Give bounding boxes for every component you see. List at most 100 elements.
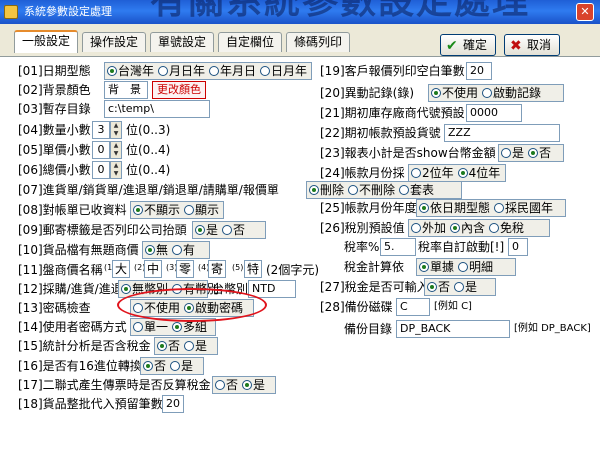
radio [133,322,143,332]
price-name-4[interactable]: 寄 [208,260,226,278]
tax-calc-opt-doc[interactable]: 單據 [417,259,456,275]
stats-tax-opt-yes[interactable]: 是 [182,338,209,354]
f09-label: [09]郵寄標籤是否列印公司抬頭 [18,223,187,237]
reverse-tax-opt-yes[interactable]: 是 [240,377,267,393]
opt-label: 是 [253,378,266,392]
price-decimals-spinner[interactable]: ▲ ▼ [110,141,122,159]
confirm-button[interactable]: ✔ 確定 [440,34,496,56]
show-ntd-opt-yes[interactable]: 是 [499,145,526,161]
opt-label: 是 [206,223,219,237]
radio-on [419,262,429,272]
tax-input-opt-no[interactable]: 否 [425,279,452,295]
opt-label: 否 [168,339,181,353]
price-name-3[interactable]: 零 [176,260,194,278]
change-log-opt-on[interactable]: 啟動記錄 [480,85,543,101]
dealer-price-opt-has[interactable]: 有 [170,242,197,258]
tax-rate-input[interactable]: 5. [380,238,416,256]
hex-opt-yes[interactable]: 是 [168,358,195,374]
vendor-code-input[interactable]: 0000 [466,104,522,122]
month-opt-4digit[interactable]: 4位年 [456,165,503,181]
blank-rows-input[interactable]: 20 [466,62,492,80]
radio-on [427,282,437,292]
default-item-input[interactable]: ZZZ [444,124,560,142]
opt-label: 否 [233,223,246,237]
date-opt-mdy[interactable]: 月日年 [156,63,207,79]
statement-opt-show[interactable]: 顯示 [182,202,221,218]
voucher-opt-keep[interactable]: 不刪除 [346,182,397,198]
opt-label: 否 [226,378,239,392]
year-opt-by-date[interactable]: 依日期型態 [417,200,492,216]
tax-input-group: 否是 [424,278,496,296]
radio-on [157,341,167,351]
radio [494,203,505,213]
tax-opt-free[interactable]: 免稅 [487,220,526,236]
date-opt-tw[interactable]: 台灣年 [105,63,156,79]
reverse-tax-opt-no[interactable]: 否 [213,377,240,393]
user-pw-opt-single[interactable]: 單一 [131,319,170,335]
radio [411,168,421,178]
f22-label: [22]期初帳款預設貨號 [320,126,441,140]
change-color-button[interactable]: 更改顏色 [152,81,206,99]
tax-calc-opt-detail[interactable]: 明細 [456,259,495,275]
month-year-format-group: 2位年 4位年 [408,164,506,182]
voucher-opt-template[interactable]: 套表 [397,182,436,198]
f02-label: [02]背景顏色 [18,83,91,97]
close-icon[interactable]: ✕ [576,3,594,21]
month-opt-2digit[interactable]: 2位年 [409,165,456,181]
change-log-opt-off[interactable]: 不使用 [429,85,480,101]
price-name-note: (2個字元) [266,263,319,277]
opt-label: 採民國年 [505,201,554,215]
backup-drive-input[interactable]: C [396,298,430,316]
tax-auto-label: 稅率自訂啟動[!] [418,240,505,254]
show-ntd-opt-no[interactable]: 否 [526,145,553,161]
tax-opt-incl[interactable]: 內含 [448,220,487,236]
date-opt-ymd[interactable]: 年月日 [207,63,258,79]
settings-window: 系統參數設定處理 有關系統參數設定處理 ✕ 一般設定 操作設定 單號設定 自定欄… [0,0,600,460]
statement-opt-hide[interactable]: 不顯示 [131,202,182,218]
opt-label: 單一 [144,320,169,334]
f20-label: [20]異動記錄(錄) [320,86,414,100]
statement-display-group: 不顯示 顯示 [130,201,224,219]
radio-on [528,148,539,158]
price-name-1[interactable]: 大 [112,260,130,278]
tax-input-opt-yes[interactable]: 是 [452,279,479,295]
voucher-opt-delete[interactable]: 刪除 [307,182,346,198]
opt-label: 內含 [461,221,486,235]
price-name-2[interactable]: 中 [144,260,162,278]
dealer-price-opt-none[interactable]: 無 [143,242,170,258]
label-header-opt-no[interactable]: 否 [220,222,247,238]
radio-on [133,205,143,215]
hex-opt-no[interactable]: 否 [141,358,168,374]
total-decimals-input[interactable]: 0 [92,161,110,179]
check-icon: ✔ [446,38,458,54]
backup-dir-input[interactable]: DP_BACK [396,320,510,338]
temp-dir-input[interactable]: c:\temp\ [104,100,210,118]
f05-label: [05]單價小數 [18,143,91,157]
date-opt-dmy[interactable]: 日月年 [258,63,309,79]
qty-decimals-input[interactable]: 3 [92,121,110,139]
opt-label: 年月日 [220,64,257,78]
opt-label: 2位年 [422,166,454,180]
label-header-opt-yes[interactable]: 是 [193,222,220,238]
price-decimals-input[interactable]: 0 [92,141,110,159]
radio [489,223,500,233]
f11-label: [11]盤商價名稱 [18,263,103,277]
cancel-button[interactable]: ✖ 取消 [504,34,560,56]
batch-reserve-input[interactable]: 20 [162,395,184,413]
f12-label: [12]採購/進貨/進退 [18,282,123,296]
stats-tax-opt-no[interactable]: 否 [155,338,182,354]
year-opt-roc[interactable]: 採民國年 [492,200,555,216]
tax-auto-input[interactable]: 0 [508,238,528,256]
tab-numbering[interactable]: 單號設定 [150,32,214,52]
tab-operation[interactable]: 操作設定 [82,32,146,52]
radio [158,66,169,76]
price-name-5[interactable]: 特 [244,260,262,278]
tax-opt-add[interactable]: 外加 [409,220,448,236]
tab-general[interactable]: 一般設定 [14,30,78,53]
radio [411,223,421,233]
tab-barcode[interactable]: 條碼列印 [286,32,350,52]
qty-decimals-spinner[interactable]: ▲ ▼ [110,121,122,139]
reverse-tax-group: 否是 [212,376,276,394]
tab-custom-fields[interactable]: 自定欄位 [218,32,282,52]
total-decimals-spinner[interactable]: ▲ ▼ [110,161,122,179]
